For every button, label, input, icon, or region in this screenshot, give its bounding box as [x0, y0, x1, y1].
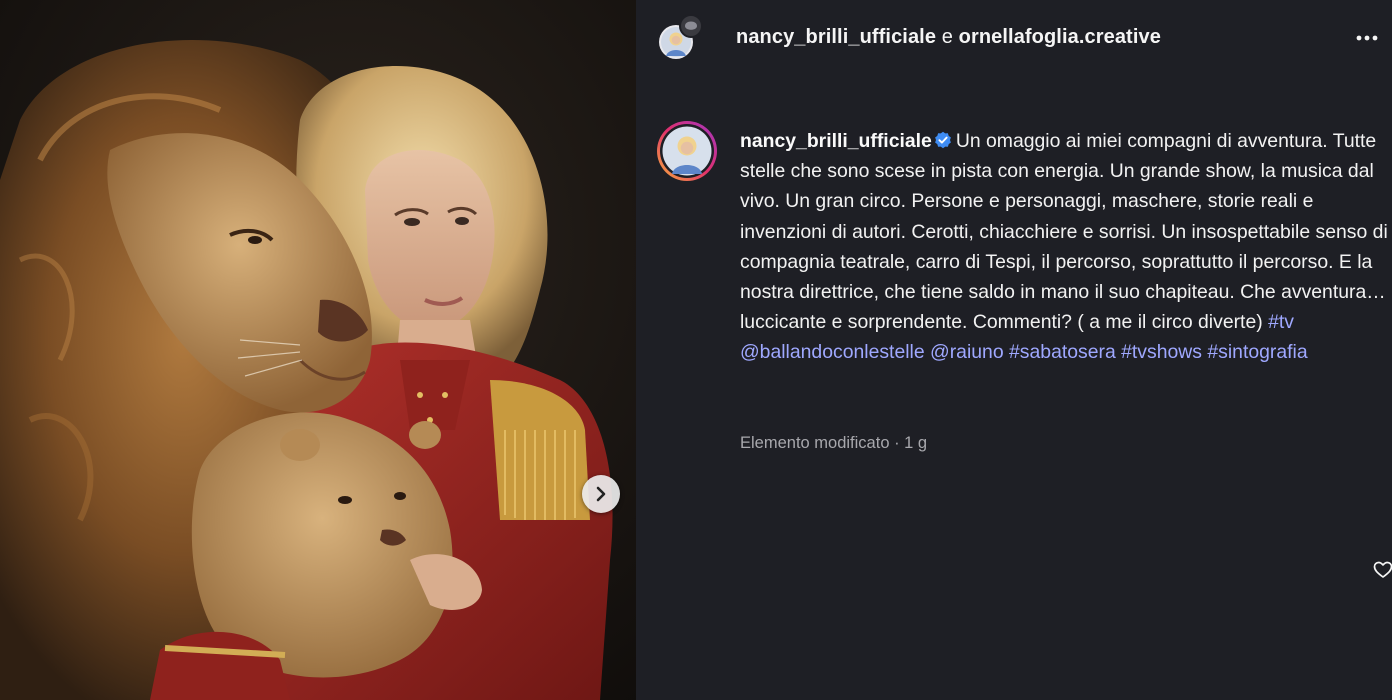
author-avatar[interactable]: [656, 120, 718, 182]
post-image[interactable]: [0, 0, 636, 700]
hashtag-link[interactable]: #sintografia: [1207, 341, 1307, 363]
lion-and-woman-photo: [0, 0, 636, 700]
post-author-line: nancy_brilli_ufficiale e ornellafoglia.c…: [736, 26, 1161, 49]
post-meta: Elemento modificato · 1 g: [740, 434, 928, 452]
mention-link[interactable]: @ballandoconlestelle: [740, 341, 925, 363]
more-horizontal-icon[interactable]: [1351, 24, 1383, 48]
mention-link[interactable]: @raiuno: [930, 341, 1004, 363]
caption-body: Un omaggio ai miei compagni di avventura…: [740, 130, 1388, 334]
instagram-post: nancy_brilli_ufficiale e ornellafoglia.c…: [0, 0, 1392, 700]
chevron-right-icon: [596, 486, 606, 502]
hashtag-link[interactable]: #tvshows: [1121, 341, 1202, 363]
caption-text: nancy_brilli_ufficiale Un omaggio ai mie…: [740, 126, 1390, 368]
verified-badge-icon: [934, 131, 951, 149]
post-header: nancy_brilli_ufficiale e ornellafoglia.c…: [636, 0, 1392, 78]
hashtag-link[interactable]: #sabatosera: [1009, 341, 1116, 363]
collaborator-username[interactable]: ornellafoglia.creative: [959, 26, 1161, 48]
carousel-next-button[interactable]: [582, 475, 620, 513]
author-username[interactable]: nancy_brilli_ufficiale: [736, 26, 936, 48]
caption-username[interactable]: nancy_brilli_ufficiale: [740, 130, 932, 152]
collab-separator: e: [941, 26, 953, 48]
post-side-panel: nancy_brilli_ufficiale e ornellafoglia.c…: [636, 0, 1392, 700]
heart-icon[interactable]: [1373, 560, 1392, 580]
collab-avatar[interactable]: [658, 14, 704, 60]
hashtag-link[interactable]: #tv: [1268, 311, 1294, 333]
